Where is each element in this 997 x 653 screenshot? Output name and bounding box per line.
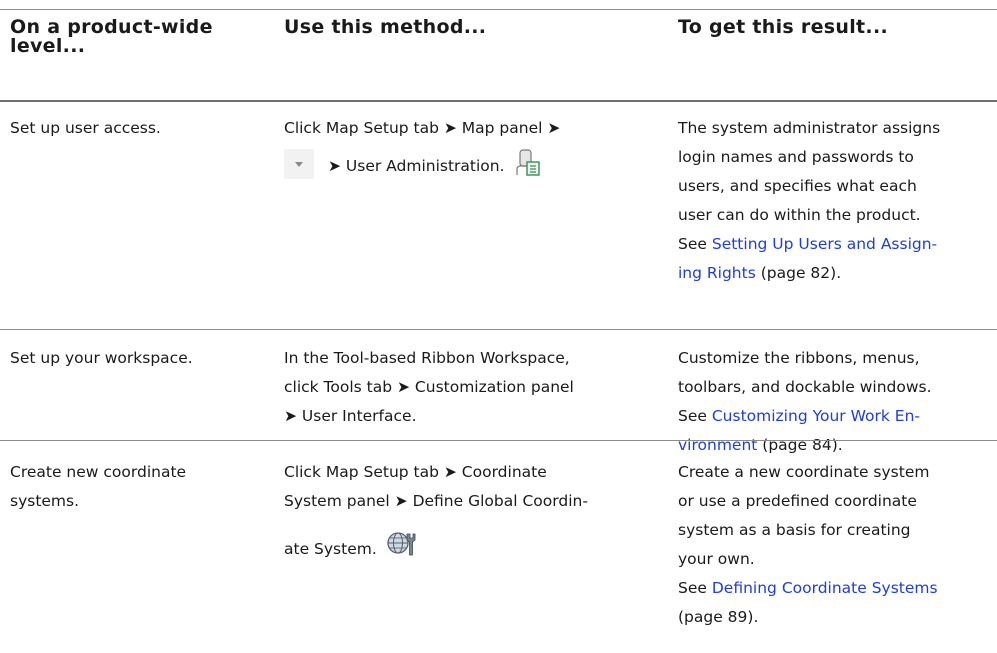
- row3-method-line3-wrap: ate System.: [284, 528, 664, 564]
- row2-method-l1: In the Tool-based Ribbon Workspace,: [284, 349, 570, 367]
- row1-method: Click Map Setup tab ➤ Map panel ➤ ➤ User…: [284, 114, 664, 181]
- row3-level: Create new coordinate systems.: [10, 458, 265, 516]
- row3-result-l2: or use a predefined coordinate: [678, 492, 917, 510]
- table-top-rule: [0, 9, 997, 10]
- row2-link-customizing-cont[interactable]: vironment: [678, 436, 757, 454]
- row1-link-line2: ing Rights (page 82).: [678, 259, 983, 288]
- row2-result-l2: toolbars, and dockable windows.: [678, 378, 932, 396]
- row2-method: In the Tool-based Ribbon Workspace, clic…: [284, 344, 664, 431]
- row2-link-line2: vironment (page 84).: [678, 431, 983, 460]
- row2-method-l3: ➤ User Interface.: [284, 407, 417, 425]
- row2-link-customizing[interactable]: Customizing Your Work En-: [712, 407, 920, 425]
- row3-see: See: [678, 579, 707, 597]
- row2-rule: [0, 440, 997, 441]
- row1-link-setting-up-users[interactable]: Setting Up Users and Assign-: [712, 235, 937, 253]
- row3-result-l3: system as a basis for creating: [678, 521, 911, 539]
- row1-result-l1: The system administrator assigns: [678, 119, 941, 137]
- row2-result: Customize the ribbons, menus, toolbars, …: [678, 344, 983, 460]
- row3-method: Click Map Setup tab ➤ Coordinate System …: [284, 458, 664, 564]
- row2-see-line: See Customizing Your Work En-: [678, 402, 983, 431]
- row1-method-line1: Click Map Setup tab ➤ Map panel ➤: [284, 119, 561, 137]
- header-result: To get this result...: [678, 16, 888, 38]
- row3-method-l3: ate System.: [284, 540, 377, 558]
- row1-result-l2: login names and passwords to: [678, 148, 914, 166]
- row3-page-ref: (page 89).: [678, 608, 759, 626]
- row2-method-l2: click Tools tab ➤ Customization panel: [284, 378, 574, 396]
- row3-result-l4: your own.: [678, 550, 755, 568]
- header-rule: [0, 100, 997, 102]
- row1-method-line2: ➤ User Administration.: [328, 157, 505, 175]
- row2-level: Set up your workspace.: [10, 349, 193, 367]
- row3-method-l2: System panel ➤ Define Global Coordin-: [284, 492, 588, 510]
- row3-see-line: See Defining Coordinate Systems: [678, 574, 983, 603]
- row3-result-l1: Create a new coordinate system: [678, 463, 930, 481]
- row3-result: Create a new coordinate system or use a …: [678, 458, 983, 632]
- header-level: On a product-wide level...: [10, 16, 213, 57]
- row3-link-defining-coordinate[interactable]: Defining Coordinate Systems: [712, 579, 938, 597]
- row1-result-l3: users, and specifies what each: [678, 177, 917, 195]
- row1-page-ref: (page 82).: [760, 264, 842, 282]
- row1-rule: [0, 329, 997, 330]
- dropdown-arrow-icon[interactable]: [284, 149, 314, 179]
- row2-page-ref: (page 84).: [762, 436, 843, 454]
- row1-see-line: See Setting Up Users and Assign-: [678, 230, 983, 259]
- row1-result-l4: user can do within the product.: [678, 206, 921, 224]
- row2-see: See: [678, 407, 707, 425]
- coordinate-system-icon: [387, 532, 416, 556]
- row1-level: Set up user access.: [10, 119, 161, 137]
- row2-result-l1: Customize the ribbons, menus,: [678, 349, 920, 367]
- user-administration-icon: [516, 149, 541, 176]
- row1-result: The system administrator assigns login n…: [678, 114, 983, 288]
- row1-method-line2-wrap: ➤ User Administration.: [284, 149, 664, 181]
- row3-level-l2: systems.: [10, 492, 80, 510]
- row1-link-setting-up-users-cont[interactable]: ing Rights: [678, 264, 756, 282]
- row1-see: See: [678, 235, 707, 253]
- row3-level-l1: Create new coordinate: [10, 463, 187, 481]
- header-method: Use this method...: [284, 16, 487, 38]
- row3-method-l1: Click Map Setup tab ➤ Coordinate: [284, 463, 547, 481]
